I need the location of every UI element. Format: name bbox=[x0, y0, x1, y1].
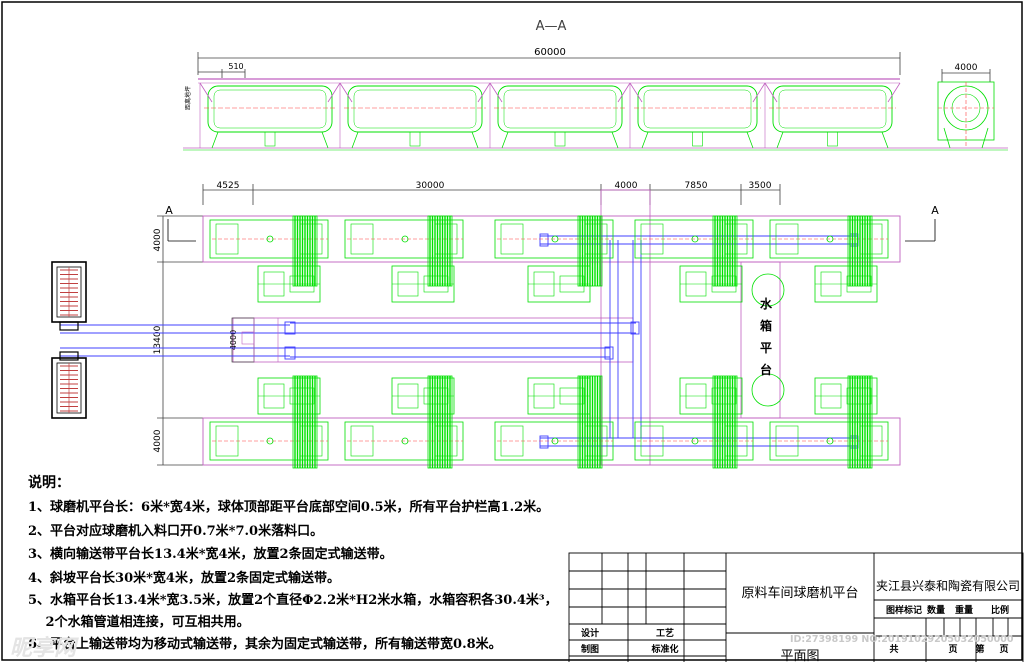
plan-mill bbox=[209, 375, 329, 469]
plan-mill bbox=[769, 375, 889, 469]
plan-dim-4: 7850 bbox=[685, 181, 708, 191]
label-draw: 制图 bbox=[581, 643, 599, 655]
note-item: 5、水箱平台长13.4米*宽3.5米，放置2个直径Φ2.2米*H2米水箱，水箱容… bbox=[28, 593, 558, 608]
company-name: 夹江县兴泰和陶瓷有限公司 bbox=[876, 578, 1020, 593]
section-marker-right-label: A bbox=[931, 204, 939, 217]
left-hoppers bbox=[51, 261, 87, 419]
water-tank-2 bbox=[751, 373, 785, 407]
cross-conveyor-platform bbox=[232, 317, 634, 363]
watermark-logo: 昵享网 bbox=[10, 636, 77, 661]
motor-unit bbox=[257, 377, 321, 415]
elevation-mill bbox=[629, 82, 766, 149]
plan-dim-1: 4525 bbox=[217, 181, 240, 191]
section-marker-right bbox=[905, 219, 936, 242]
elevation-mill bbox=[489, 82, 631, 149]
drawing-title: 原料车间球磨机平台 bbox=[741, 585, 858, 601]
receiving-hopper bbox=[51, 261, 87, 323]
label-page-no-unit: 页 bbox=[999, 644, 1008, 655]
label-weight: 重量 bbox=[955, 604, 973, 616]
plan-left-dim-bottom: 4000 bbox=[153, 429, 163, 452]
note-item: 2个水箱管道相连接，可互相共用。 bbox=[28, 615, 250, 630]
plan-left-dim-middle: 13400 bbox=[153, 325, 163, 354]
elevation-small-dim: 510 bbox=[228, 62, 243, 71]
elevation-mill bbox=[339, 82, 491, 149]
section-title: A—A bbox=[536, 19, 567, 34]
label-scale: 比例 bbox=[991, 604, 1009, 616]
elevation-mill bbox=[199, 82, 341, 149]
receiving-hopper bbox=[51, 357, 87, 419]
note-item: 3、横向输送带平台长13.4米*宽4米，放置2条固定式输送带。 bbox=[28, 547, 393, 562]
water-tank-platform bbox=[740, 261, 781, 419]
label-standard: 标准化 bbox=[650, 643, 678, 655]
plan-left-dimension bbox=[157, 215, 203, 466]
label-page-total: 页 bbox=[948, 644, 957, 655]
water-tank-label: 水箱平台 bbox=[760, 296, 773, 377]
plan-mill bbox=[209, 215, 329, 287]
side-elevation bbox=[937, 69, 995, 149]
plan-mill bbox=[344, 375, 464, 469]
label-craft: 工艺 bbox=[656, 627, 674, 639]
section-marker-left bbox=[167, 219, 196, 242]
section-marker-left-label: A bbox=[165, 204, 173, 217]
notes: 说明： 1、球磨机平台长：6米*宽4米，球体顶部距平台底部空间0.5米，所有平台… bbox=[28, 472, 568, 656]
watermark-id: ID:27398199 NO:20191029205032050000 bbox=[790, 634, 1014, 645]
note-item: 4、斜坡平台长30米*宽4米，放置2条固定式输送带。 bbox=[28, 570, 341, 586]
title-block: 原料车间球磨机平台 夹江县兴泰和陶瓷有限公司 平面图 图样标记 数量 重量 比例… bbox=[568, 552, 1024, 662]
view-name: 平面图 bbox=[780, 649, 819, 662]
elevation-total-dim: 60000 bbox=[534, 47, 566, 58]
elevation-vertical-label: 距离地坪 bbox=[184, 86, 192, 110]
label-design: 设计 bbox=[581, 627, 599, 639]
elevation-mills bbox=[199, 82, 901, 149]
drawing-sheet: A—A 60000 510 距离地坪 4000 4525 30000 4000 … bbox=[0, 0, 1024, 662]
plan-mill bbox=[634, 215, 754, 287]
plan-dim-3: 4000 bbox=[615, 181, 638, 191]
plan-dim-5: 3500 bbox=[749, 181, 772, 191]
plan-left-dim-top: 4000 bbox=[153, 228, 163, 251]
note-item: 2、平台对应球磨机入料口开0.7米*7.0米落料口。 bbox=[28, 523, 324, 539]
note-item: 1、球磨机平台长：6米*宽4米，球体顶部距平台底部空间0.5米，所有平台护栏高1… bbox=[28, 500, 550, 515]
label-qty: 数量 bbox=[927, 604, 945, 616]
plan-mill bbox=[769, 215, 889, 287]
plan-dim-2: 30000 bbox=[416, 181, 445, 191]
incline-conveyor-platform bbox=[600, 189, 651, 466]
motor-unit bbox=[257, 265, 321, 303]
label-mark: 图样标记 bbox=[886, 604, 922, 616]
plan-mill bbox=[634, 375, 754, 469]
note-item: 6、平台上输送带均为移动式输送带，其余为固定式输送带，所有输送带宽0.8米。 bbox=[28, 637, 502, 652]
side-elevation-dim: 4000 bbox=[955, 63, 978, 73]
plan-mills bbox=[209, 215, 889, 469]
notes-title: 说明： bbox=[28, 475, 70, 491]
elevation-mill bbox=[764, 82, 901, 149]
plan-mill bbox=[344, 215, 464, 287]
